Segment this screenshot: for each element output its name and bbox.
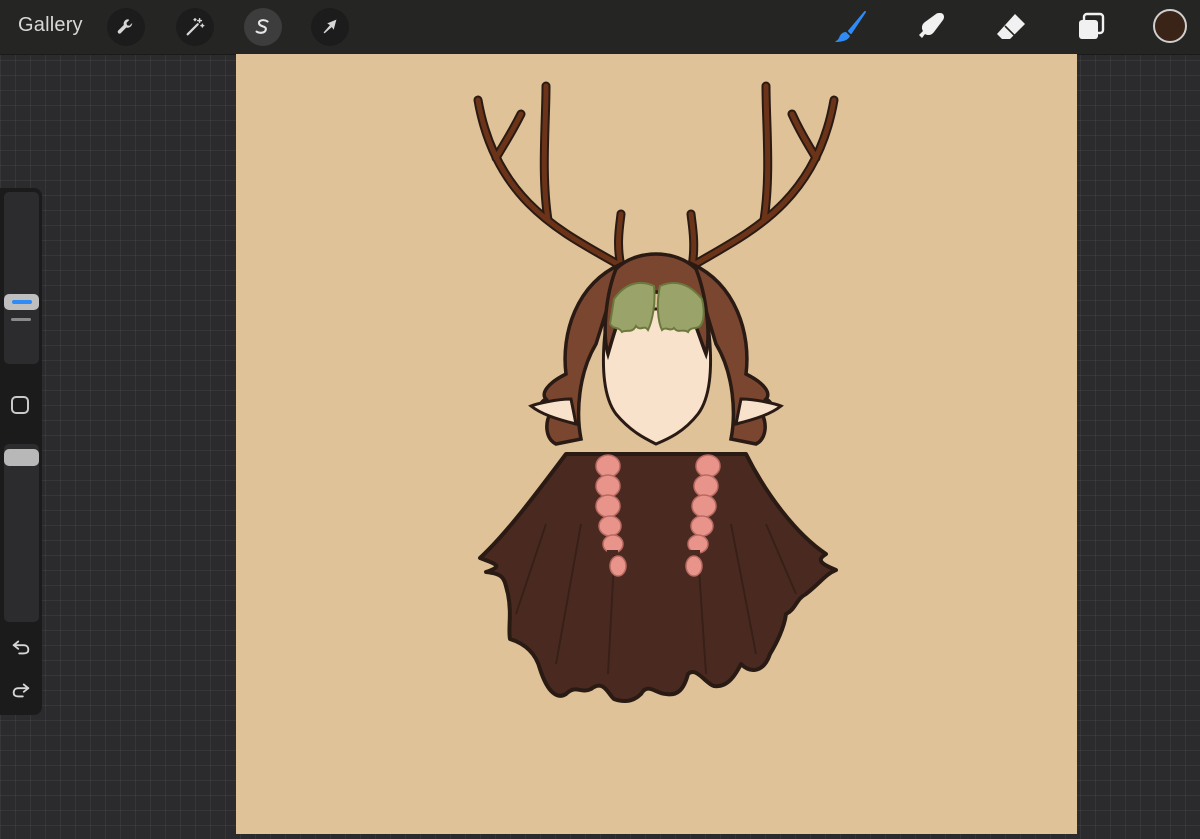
smudge-button[interactable] xyxy=(911,7,951,47)
transform-button[interactable] xyxy=(311,8,349,46)
drawing-canvas[interactable] xyxy=(236,54,1077,834)
redo-button[interactable] xyxy=(10,679,32,701)
color-swatch[interactable] xyxy=(1153,9,1187,43)
top-toolbar: Gallery xyxy=(0,0,1200,55)
gallery-button[interactable]: Gallery xyxy=(18,14,83,37)
layers-button[interactable] xyxy=(1071,7,1111,47)
opacity-slider[interactable] xyxy=(4,444,39,622)
actions-button[interactable] xyxy=(107,8,145,46)
modify-square-button[interactable] xyxy=(11,396,29,414)
selection-button[interactable] xyxy=(244,8,282,46)
brush-button[interactable] xyxy=(830,7,870,47)
redo-icon xyxy=(12,683,30,698)
antlers-fill xyxy=(475,83,837,269)
brush-size-handle[interactable] xyxy=(4,294,39,321)
wrench-icon xyxy=(117,19,133,34)
arrow-cursor-icon xyxy=(323,19,337,34)
smudge-finger-icon xyxy=(919,13,944,38)
eraser-button[interactable] xyxy=(991,7,1031,47)
artwork xyxy=(473,81,839,704)
layers-icon xyxy=(1079,12,1105,39)
adjustments-button[interactable] xyxy=(176,8,214,46)
antlers xyxy=(473,81,839,271)
opacity-handle[interactable] xyxy=(4,449,39,466)
undo-icon xyxy=(12,640,30,655)
brush-size-slider[interactable] xyxy=(4,192,39,364)
back-hair xyxy=(478,452,838,704)
magic-wand-icon xyxy=(186,18,205,36)
selection-s-icon xyxy=(255,19,269,34)
undo-button[interactable] xyxy=(10,636,32,658)
eraser-icon xyxy=(997,14,1025,39)
left-sidebar xyxy=(0,188,42,715)
paintbrush-icon xyxy=(835,11,866,42)
